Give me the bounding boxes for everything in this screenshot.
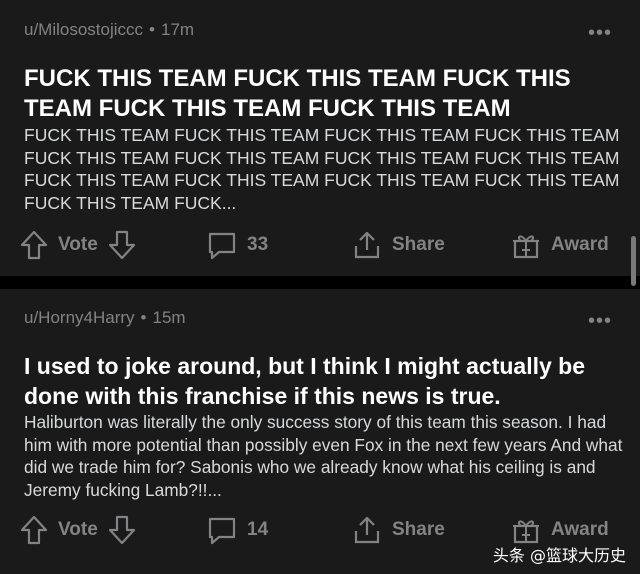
gift-icon [511,230,541,260]
share-icon [352,515,382,545]
downvote-icon[interactable] [108,515,136,545]
post-body[interactable]: FUCK THIS TEAM FUCK THIS TEAM FUCK THIS … [24,124,624,214]
post-body[interactable]: Haliburton was literally the only succes… [24,411,624,501]
post-title[interactable]: I used to joke around, but I think I mig… [24,351,624,411]
post-time: 17m [161,20,195,39]
username[interactable]: u/Milosostojiccc [24,20,143,39]
meta-separator: • [149,20,155,39]
more-options-icon[interactable]: ••• [588,23,612,43]
post-actions: Vote 33 Share Award [0,225,640,265]
post-meta: u/Milosostojiccc • 17m [24,20,194,40]
downvote-icon[interactable] [108,230,136,260]
scrollbar[interactable] [631,236,636,286]
post-title[interactable]: FUCK THIS TEAM FUCK THIS TEAM FUCK THIS … [24,64,624,124]
award-button[interactable]: Award [511,225,609,265]
upvote-icon[interactable] [20,515,48,545]
post-meta: u/Horny4Harry • 15m [24,308,186,328]
more-options-icon[interactable]: ••• [588,311,612,331]
comment-icon [207,515,237,545]
watermark: 头条 @篮球大历史 [492,546,626,565]
share-button[interactable]: Share [352,510,445,550]
share-button[interactable]: Share [352,225,445,265]
post-card[interactable]: u/Milosostojiccc • 17m ••• FUCK THIS TEAM … [0,0,640,276]
vote-label: Vote [58,519,98,540]
vote-group: Vote [20,225,136,265]
vote-label: Vote [58,234,98,255]
comment-count: 14 [247,519,269,540]
comment-icon [207,230,237,260]
award-label: Award [551,234,609,255]
share-label: Share [392,234,445,255]
post-time: 15m [152,308,186,327]
meta-separator: • [140,308,147,327]
username[interactable]: u/Horny4Harry [24,308,135,327]
post-card[interactable]: u/Horny4Harry • 15m ••• I used to joke aro… [0,289,640,574]
vote-group: Vote [20,510,136,550]
comments-button[interactable]: 14 [207,510,268,550]
share-label: Share [392,519,445,540]
comments-button[interactable]: 33 [207,225,268,265]
comment-count: 33 [247,234,269,255]
gift-icon [511,515,541,545]
upvote-icon[interactable] [20,230,48,260]
award-label: Award [551,519,609,540]
share-icon [352,230,382,260]
